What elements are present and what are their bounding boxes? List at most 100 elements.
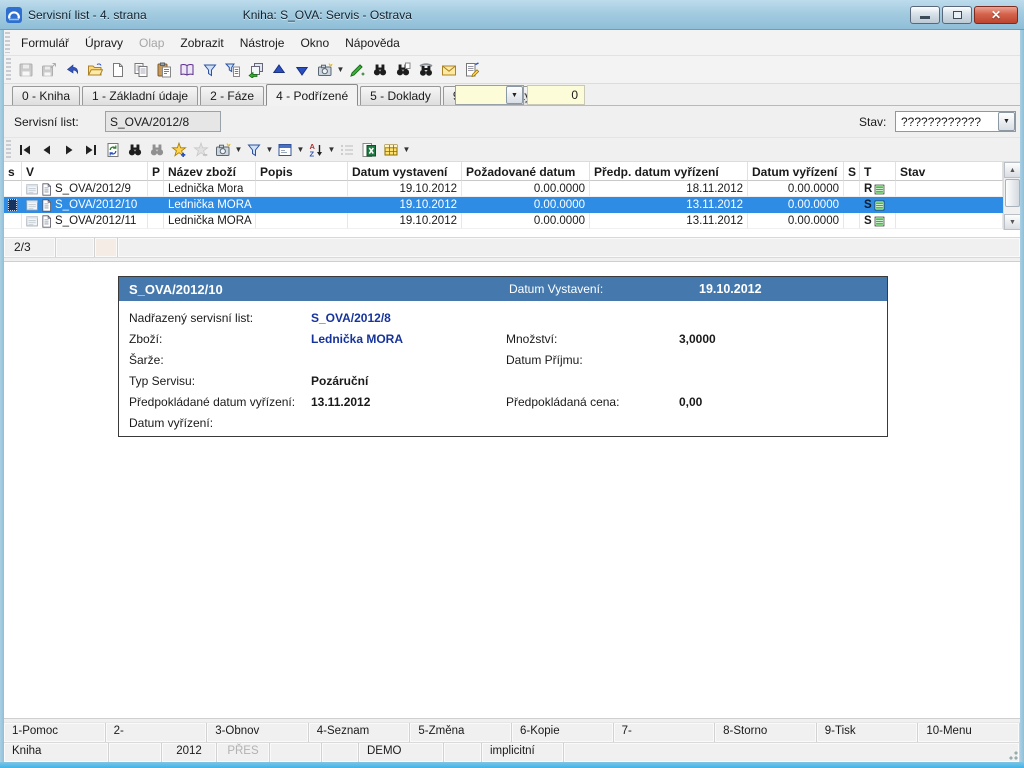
fkey-1-pomoc[interactable]: 1-Pomoc [4,723,106,742]
stav-combo[interactable]: ???????????? ▼ [895,111,1016,132]
menu-item-okno[interactable]: Okno [292,32,337,54]
filter-button[interactable] [198,58,221,81]
snapshot-button[interactable] [313,58,336,81]
column-header-p[interactable]: P [148,162,164,181]
restore-button[interactable] [942,6,972,24]
add-record-button[interactable] [168,139,190,160]
menu-item-zobrazit[interactable]: Zobrazit [172,32,231,54]
chevron-down-icon[interactable]: ▼ [336,65,345,74]
previous-record-button[interactable] [36,139,58,160]
record-count-field[interactable]: 0 [527,85,585,105]
move-down-button[interactable] [290,58,313,81]
close-button[interactable]: ✕ [974,6,1018,24]
fkey-9-tisk[interactable]: 9-Tisk [817,723,919,742]
column-header-predp_datum[interactable]: Předp. datum vyřízení [590,162,748,181]
status-panel [95,238,118,257]
fkey-6-kopie[interactable]: 6-Kopie [512,723,614,742]
sort-button[interactable]: AZ [305,139,327,160]
column-header-s2[interactable]: S [844,162,860,181]
chevron-down-icon[interactable]: ▼ [265,145,274,154]
check-out-button[interactable] [345,58,368,81]
toolbar-grip [6,58,11,81]
column-header-stav[interactable]: Stav [896,162,1003,181]
detail-card-header: S_OVA/2012/10 Datum Vystavení: 19.10.201… [119,277,887,301]
column-header-s[interactable]: s [4,162,22,181]
column-header-t[interactable]: T [860,162,896,181]
scroll-down-icon[interactable]: ▼ [1004,214,1020,230]
folder-open-icon [87,62,103,78]
copy-button[interactable] [129,58,152,81]
menu-item-formul-[interactable]: Formulář [13,32,77,54]
chevron-down-icon[interactable]: ▼ [998,112,1015,131]
find-special-button[interactable] [414,58,437,81]
save-as-button [37,58,60,81]
menu-item-n-pov-da[interactable]: Nápověda [337,32,408,54]
chevron-down-icon[interactable]: ▼ [327,145,336,154]
table-row[interactable]: S_OVA/2012/11Lednička MORA19.10.20120.00… [4,213,1003,229]
fkey-8-storno[interactable]: 8-Storno [715,723,817,742]
fkey-2-[interactable]: 2- [106,723,208,742]
fkey-5-změna[interactable]: 5-Změna [410,723,512,742]
status-panel-přes: PŘES [217,743,270,762]
paste-button[interactable] [152,58,175,81]
scrollbar-thumb[interactable] [1005,179,1020,207]
tab-4-podřízené[interactable]: 4 - Podřízené [266,84,358,106]
snapshot-button[interactable] [212,139,234,160]
last-record-button[interactable] [80,139,102,160]
column-header-datum_vystaveni[interactable]: Datum vystavení [348,162,462,181]
minimize-button[interactable] [910,6,940,24]
tab-0-kniha[interactable]: 0 - Kniha [12,86,80,105]
table-row[interactable]: S_OVA/2012/9Lednička Mora19.10.20120.00.… [4,181,1003,197]
tab-2-fáze[interactable]: 2 - Fáze [200,86,264,105]
open-button[interactable] [83,58,106,81]
chevron-down-icon[interactable]: ▼ [506,86,523,104]
table-settings-button[interactable] [380,139,402,160]
fkey-7-[interactable]: 7- [614,723,716,742]
undo-button[interactable] [60,58,83,81]
column-header-v[interactable]: V [22,162,148,181]
column-header-datum_vyrizeni[interactable]: Datum vyřízení [748,162,844,181]
find-document-button[interactable] [391,58,414,81]
column-header-popis[interactable]: Popis [256,162,348,181]
chevron-down-icon[interactable]: ▼ [234,145,243,154]
book-button[interactable] [175,58,198,81]
column-header-pozadovane_datum[interactable]: Požadované datum [462,162,590,181]
fkey-3-obnov[interactable]: 3-Obnov [207,723,309,742]
quick-filter-combo[interactable]: ▼ [455,85,524,105]
field-value-link[interactable]: Lednička MORA [311,332,403,346]
column-header-nazev[interactable]: Název zboží [164,162,256,181]
tab-1-základní-údaje[interactable]: 1 - Základní údaje [82,86,198,105]
first-record-button[interactable] [14,139,36,160]
find-button[interactable] [368,58,391,81]
list-icon [339,142,355,158]
field-value-link[interactable]: S_OVA/2012/8 [311,311,391,325]
filter-button[interactable] [243,139,265,160]
menu-item-n-stroje[interactable]: Nástroje [232,32,293,54]
grid-green-icon [874,200,885,211]
new-button[interactable] [106,58,129,81]
scroll-up-icon[interactable]: ▲ [1004,162,1020,178]
menu-item--pravy[interactable]: Úpravy [77,32,131,54]
toolbar-grip [6,140,11,159]
find-button[interactable] [124,139,146,160]
servisni-list-field[interactable]: S_OVA/2012/8 [105,111,221,132]
tab-strip: 0 - Kniha1 - Základní údaje2 - Fáze4 - P… [4,84,1020,106]
send-back-button[interactable] [244,58,267,81]
filter-document-button[interactable] [221,58,244,81]
tab-5-doklady[interactable]: 5 - Doklady [360,86,441,105]
move-up-button[interactable] [267,58,290,81]
chevron-down-icon[interactable]: ▼ [296,145,305,154]
export-excel-button[interactable] [358,139,380,160]
edit-document-button[interactable] [460,58,483,81]
cell-s [4,197,22,213]
fkey-10-menu[interactable]: 10-Menu [918,723,1020,742]
next-record-button[interactable] [58,139,80,160]
chevron-down-icon[interactable]: ▼ [402,145,411,154]
refresh-button[interactable] [102,139,124,160]
resize-grip[interactable] [1006,748,1018,760]
fkey-4-seznam[interactable]: 4-Seznam [309,723,411,742]
form-view-button[interactable] [274,139,296,160]
table-row[interactable]: S_OVA/2012/10Lednička MORA19.10.20120.00… [4,197,1003,213]
mail-button[interactable] [437,58,460,81]
vertical-scrollbar[interactable]: ▲ ▼ [1003,162,1020,230]
